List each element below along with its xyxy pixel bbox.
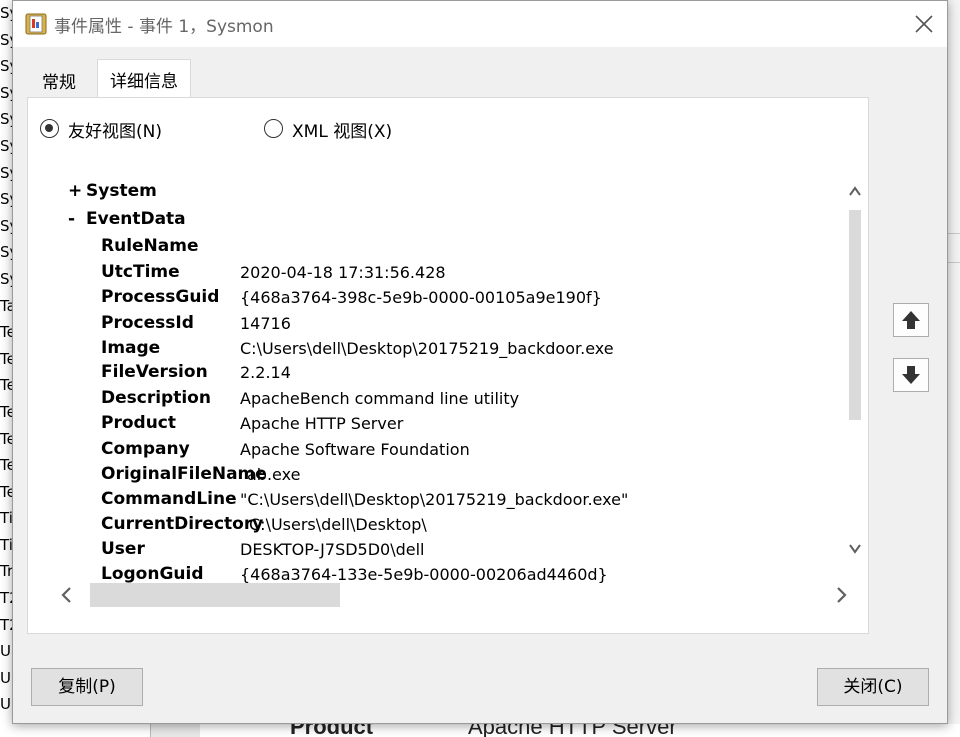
scroll-down-arrow-icon[interactable] xyxy=(848,542,862,556)
tab-details[interactable]: 详细信息 xyxy=(97,59,191,98)
field-value: C:\Users\dell\Desktop\20175219_backdoor.… xyxy=(240,339,614,358)
field-name: ProcessGuid xyxy=(101,287,220,307)
close-button[interactable]: 关闭(C) xyxy=(817,668,929,706)
field-value: {468a3764-133e-5e9b-0000-00206ad4460d} xyxy=(240,565,608,584)
scroll-up-arrow-icon[interactable] xyxy=(848,184,862,198)
field-value: 2.2.14 xyxy=(240,363,291,382)
event-viewer-icon xyxy=(25,13,47,35)
field-name: CurrentDirectory xyxy=(101,514,264,534)
field-name: LogonGuid xyxy=(101,564,204,584)
field-value: {468a3764-398c-5e9b-0000-00105a9e190f} xyxy=(240,288,602,307)
vertical-scrollbar[interactable] xyxy=(845,160,865,583)
field-value: ApacheBench command line utility xyxy=(240,389,520,408)
friendly-view-label: 友好视图(N) xyxy=(68,122,162,142)
next-event-button[interactable] xyxy=(893,358,929,392)
arrow-down-icon xyxy=(902,366,920,384)
tree-node-label: System xyxy=(86,181,157,201)
field-name: Company xyxy=(101,439,190,459)
radio-circle xyxy=(40,119,59,138)
field-name: ProcessId xyxy=(101,313,194,333)
tree-node-system[interactable]: + System xyxy=(68,181,157,201)
tab-general[interactable]: 常规 xyxy=(27,60,91,97)
copy-button[interactable]: 复制(P) xyxy=(31,668,143,706)
background-scrollbar xyxy=(150,724,200,737)
field-name: User xyxy=(101,539,145,559)
field-name: RuleName xyxy=(101,236,199,256)
field-value: Apache HTTP Server xyxy=(240,414,404,433)
window-title: 事件属性 - 事件 1，Sysmon xyxy=(54,17,274,37)
field-name: Image xyxy=(101,338,161,358)
xml-view-label: XML 视图(X) xyxy=(292,122,393,142)
friendly-event-view[interactable]: + System - EventData RuleName UtcTime 2020… xyxy=(54,160,849,584)
event-properties-dialog: 事件属性 - 事件 1，Sysmon 常规 详细信息 友好视图(N) XML 视… xyxy=(12,0,948,724)
previous-event-button[interactable] xyxy=(893,303,929,337)
field-name: CommandLine xyxy=(101,489,237,509)
field-name: UtcTime xyxy=(101,262,180,282)
field-name: Product xyxy=(101,413,176,433)
radio-circle xyxy=(264,119,283,138)
collapse-minus-icon: - xyxy=(68,209,76,229)
background-field-key: Product xyxy=(290,724,374,737)
title-bar[interactable]: 事件属性 - 事件 1，Sysmon xyxy=(13,1,947,47)
field-value: C:\Users\dell\Desktop\ xyxy=(249,515,427,534)
horizontal-scroll-thumb[interactable] xyxy=(90,583,340,607)
vertical-scroll-thumb[interactable] xyxy=(849,210,861,420)
details-tab-panel: 友好视图(N) XML 视图(X) + System - EventData Rul… xyxy=(27,97,869,634)
field-value: Apache Software Foundation xyxy=(240,440,470,459)
field-name: OriginalFileName xyxy=(101,464,267,484)
radio-selected-dot xyxy=(45,124,53,132)
close-x-icon[interactable] xyxy=(913,13,935,35)
field-value: 2020-04-18 17:31:56.428 xyxy=(240,263,446,282)
field-value: "C:\Users\dell\Desktop\20175219_backdoor… xyxy=(240,490,629,509)
horizontal-scrollbar[interactable] xyxy=(61,583,847,607)
tree-node-eventdata[interactable]: - EventData xyxy=(68,209,186,229)
field-name: Description xyxy=(101,388,211,408)
background-field-value: Apache HTTP Server xyxy=(468,724,677,737)
expand-plus-icon: + xyxy=(68,181,83,201)
field-value: DESKTOP-J7SD5D0\dell xyxy=(240,540,425,559)
field-value: 14716 xyxy=(240,314,291,333)
tree-node-label: EventData xyxy=(86,209,186,229)
field-name: FileVersion xyxy=(101,362,208,382)
scroll-right-arrow-icon[interactable] xyxy=(832,586,850,604)
scroll-left-arrow-icon[interactable] xyxy=(58,586,76,604)
field-value: ab.exe xyxy=(247,465,301,484)
background-window-right-edge xyxy=(946,0,960,737)
background-window-bottom-edge: Product Apache HTTP Server xyxy=(0,724,960,737)
arrow-up-icon xyxy=(902,311,920,329)
